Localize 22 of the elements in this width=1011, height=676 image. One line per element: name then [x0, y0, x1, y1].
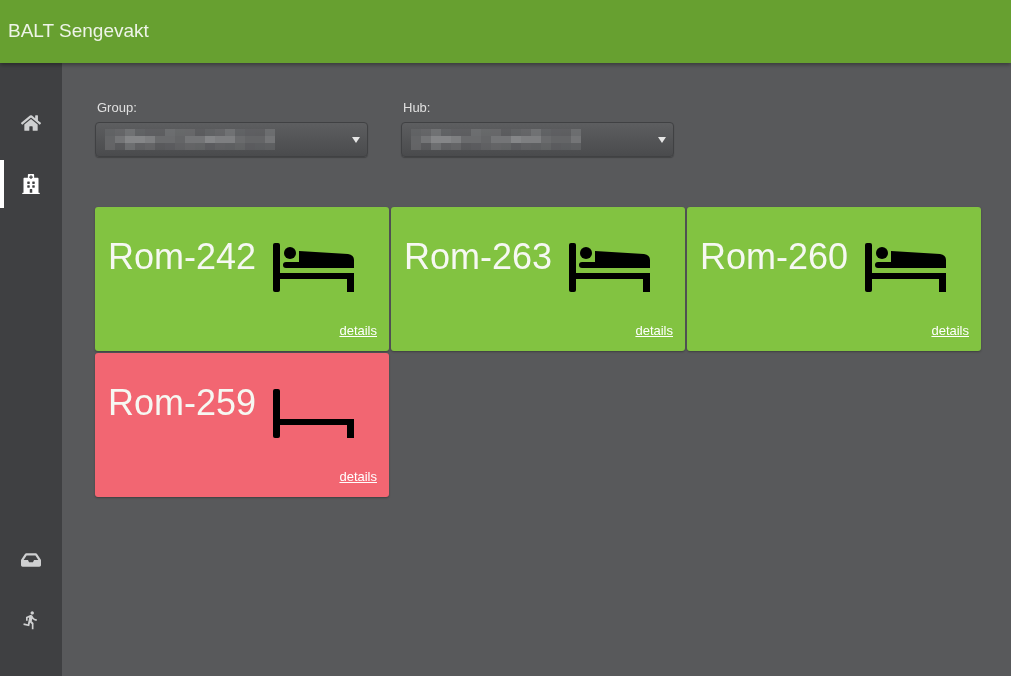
- home-icon: [21, 113, 41, 133]
- dropdown-select[interactable]: [95, 122, 368, 157]
- occupied-bed-icon: [864, 243, 947, 292]
- field-label: Hub:: [402, 99, 432, 117]
- app-title: BALT Sengevakt: [8, 19, 149, 44]
- dropdown-select[interactable]: [401, 122, 674, 157]
- room-name: Rom-259: [108, 381, 257, 425]
- details-link[interactable]: details: [339, 323, 377, 339]
- field-label: Group:: [96, 99, 138, 117]
- caret-down-icon: [658, 136, 666, 143]
- details-link[interactable]: details: [339, 469, 377, 485]
- inbox-icon: [21, 550, 41, 570]
- occupied-bed-icon: [568, 243, 651, 292]
- details-link[interactable]: details: [635, 323, 673, 339]
- details-link[interactable]: details: [931, 323, 969, 339]
- room-name: Rom-242: [108, 235, 257, 279]
- room-name: Rom-260: [700, 235, 849, 279]
- caret-down-icon: [352, 136, 360, 143]
- empty-bed-icon: [272, 389, 355, 438]
- occupied-bed-icon: [272, 243, 355, 292]
- room-name: Rom-263: [404, 235, 553, 279]
- hospital-icon: [21, 174, 41, 194]
